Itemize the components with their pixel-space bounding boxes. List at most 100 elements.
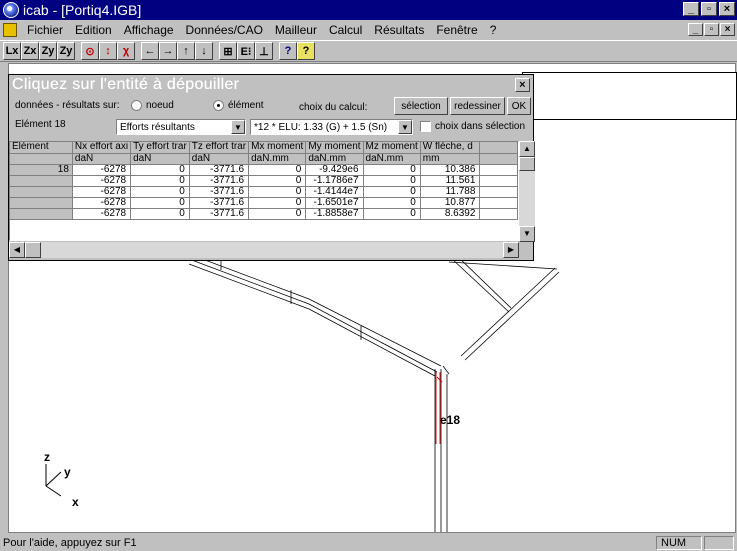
cell-my[interactable]: -9.429e6 [305,164,364,176]
cell-nx[interactable]: -6278 [72,197,132,209]
cell-my[interactable]: -1.8858e7 [305,208,364,220]
col-header-ty[interactable]: Ty effort trar [130,142,190,154]
arrow-right-icon[interactable]: → [159,42,177,60]
cell-ty[interactable]: 0 [130,175,190,187]
cell-my[interactable]: -1.4144e7 [305,186,364,198]
col-header-my[interactable]: My moment [305,142,364,154]
cell-ty[interactable]: 0 [130,186,190,198]
cell-mz[interactable]: 0 [363,164,421,176]
cell-mx[interactable]: 0 [248,175,307,187]
table-row[interactable]: -6278 0 -3771.6 0 -1.4144e7 0 11.788 [10,186,518,198]
menu-help[interactable]: ? [484,23,503,37]
cell-element[interactable] [10,197,73,209]
radio-node-circle[interactable] [131,100,142,111]
menu-fichier[interactable]: Fichier [21,23,69,37]
cell-ty[interactable]: 0 [130,197,190,209]
element-info-icon[interactable]: E⁝ [237,42,255,60]
cell-element[interactable]: 18 [10,164,73,176]
arrow-down-icon[interactable]: ↓ [195,42,213,60]
cell-my[interactable]: -1.6501e7 [305,197,364,209]
cell-tz[interactable]: -3771.6 [189,164,250,176]
horizontal-scrollbar[interactable]: ◀ ▶ [9,242,519,258]
context-help-icon[interactable]: ? [279,42,297,60]
cell-w[interactable]: 11.788 [420,186,481,198]
dialog-title-bar[interactable]: Cliquez sur l'entité à dépouiller × [9,75,533,95]
cell-w[interactable]: 10.877 [420,197,481,209]
menu-affichage[interactable]: Affichage [118,23,180,37]
radio-element-circle[interactable] [213,100,224,111]
cell-ty[interactable]: 0 [130,208,190,220]
help-icon[interactable]: ? [297,42,315,60]
cell-nx[interactable]: -6278 [72,164,132,176]
close-button[interactable]: × [719,2,735,16]
table-row[interactable]: -6278 0 -3771.6 0 -1.6501e7 0 10.877 [10,197,518,209]
cell-tz[interactable]: -3771.6 [189,175,250,187]
document-icon[interactable] [3,23,17,37]
cell-element[interactable] [10,208,73,220]
arrow-left-icon[interactable]: ← [141,42,159,60]
cell-mx[interactable]: 0 [248,208,307,220]
doc-minimize-button[interactable]: _ [688,23,703,36]
cell-tz[interactable]: -3771.6 [189,186,250,198]
ok-button[interactable]: OK [507,97,531,115]
arrow-up-icon[interactable]: ↑ [177,42,195,60]
view-3d-icon[interactable]: Zy [57,42,75,60]
menu-fenetre[interactable]: Fenêtre [430,23,483,37]
target-icon[interactable]: ⊙ [81,42,99,60]
scroll-down-icon[interactable]: ▼ [519,226,535,242]
chevron-down-icon[interactable]: ▼ [398,120,412,134]
cell-nx[interactable]: -6278 [72,208,132,220]
maximize-button[interactable]: ▫ [701,2,717,16]
dialog-close-button[interactable]: × [515,78,530,92]
checkbox-box[interactable] [420,121,431,132]
cell-nx[interactable]: -6278 [72,175,132,187]
scroll-right-icon[interactable]: ▶ [503,242,519,258]
selection-button[interactable]: sélection [394,97,448,115]
cell-w[interactable]: 8.6392 [420,208,481,220]
cell-mz[interactable]: 0 [363,175,421,187]
cell-mx[interactable]: 0 [248,164,307,176]
col-header-nx[interactable]: Nx effort axi [72,142,132,154]
scroll-up-icon[interactable]: ▲ [519,141,535,157]
menu-edition[interactable]: Edition [69,23,118,37]
radio-element[interactable]: élément [213,100,264,111]
cell-mz[interactable]: 0 [363,186,421,198]
cell-w[interactable]: 10.386 [420,164,481,176]
result-type-select[interactable]: Efforts résultants ▼ [116,119,246,135]
scroll-thumb[interactable] [519,157,535,171]
cell-mz[interactable]: 0 [363,197,421,209]
menu-resultats[interactable]: Résultats [368,23,430,37]
redessiner-button[interactable]: redessiner [450,97,505,115]
mesh-icon[interactable]: ⊞ [219,42,237,60]
vertical-move-icon[interactable]: ↕ [99,42,117,60]
cell-element[interactable] [10,186,73,198]
view-zx-icon[interactable]: Zx [21,42,39,60]
col-header-mx[interactable]: Mx moment [248,142,307,154]
vertical-scrollbar[interactable]: ▲ ▼ [519,141,535,242]
doc-restore-button[interactable]: ▫ [704,23,719,36]
radio-node[interactable]: noeud [131,100,174,111]
cell-mx[interactable]: 0 [248,197,307,209]
menu-donnees-cao[interactable]: Données/CAO [180,23,269,37]
doc-close-button[interactable]: × [720,23,735,36]
cell-ty[interactable]: 0 [130,164,190,176]
cell-w[interactable]: 11.561 [420,175,481,187]
table-row[interactable]: -6278 0 -3771.6 0 -1.8858e7 0 8.6392 [10,208,518,220]
cross-section-icon[interactable]: χ [117,42,135,60]
view-zy-icon[interactable]: Zy [39,42,57,60]
load-case-select[interactable]: *12 * ELU: 1.33 (G) + 1.5 (Sn) ▼ [250,119,413,135]
chevron-down-icon[interactable]: ▼ [231,120,245,134]
menu-mailleur[interactable]: Mailleur [269,23,323,37]
col-header-mz[interactable]: Mz moment [363,142,421,154]
table-row[interactable]: 18 -6278 0 -3771.6 0 -9.429e6 0 10.386 [10,164,518,176]
view-x-icon[interactable]: Lx [3,42,21,60]
cell-nx[interactable]: -6278 [72,186,132,198]
cell-tz[interactable]: -3771.6 [189,197,250,209]
app-icon[interactable] [3,2,19,18]
cell-element[interactable] [10,175,73,187]
col-header-element[interactable]: Elément [10,142,73,154]
cell-my[interactable]: -1.1786e7 [305,175,364,187]
support-icon[interactable]: ⊥ [255,42,273,60]
table-row[interactable]: -6278 0 -3771.6 0 -1.1786e7 0 11.561 [10,175,518,187]
menu-calcul[interactable]: Calcul [323,23,368,37]
